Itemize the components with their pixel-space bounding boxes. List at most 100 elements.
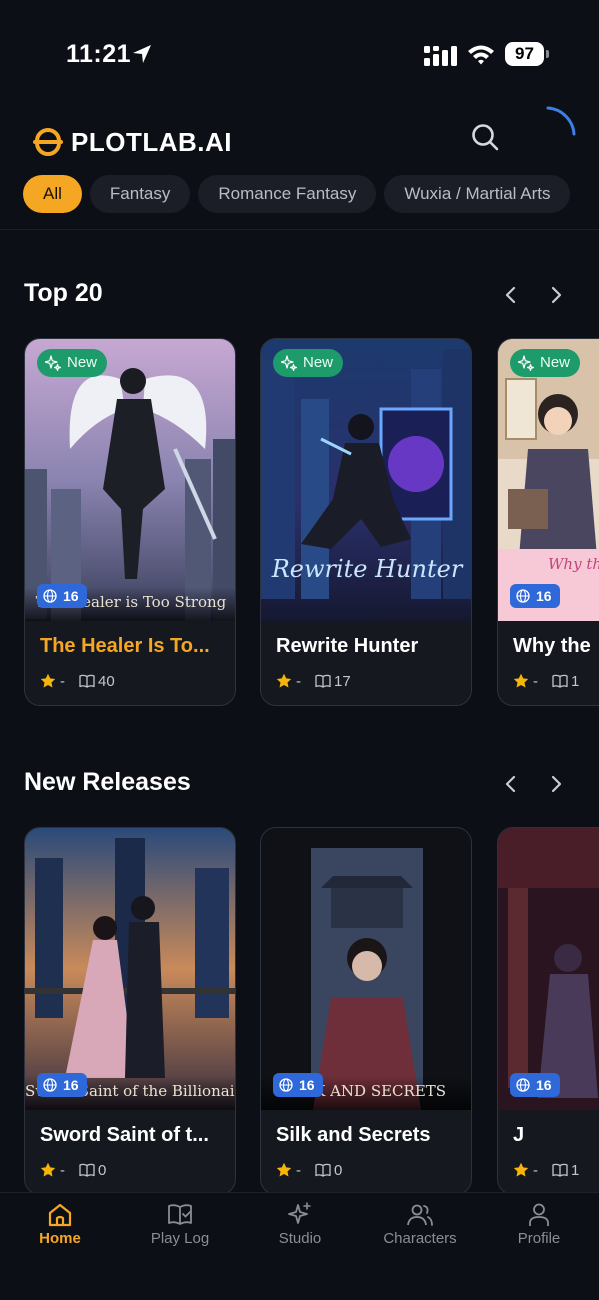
chevron-left-icon[interactable] (499, 283, 523, 307)
star-icon (40, 673, 56, 688)
story-card[interactable]: New Why the 16 Why the - 1 (497, 338, 599, 706)
card-title: J (513, 1124, 525, 1146)
user-icon (529, 1203, 549, 1226)
new-badge: New (37, 349, 108, 377)
chapter-count: 40 (98, 672, 115, 690)
card-title: Silk and Secrets (276, 1124, 431, 1146)
rating-value: - (296, 672, 301, 690)
age-badge: 16 (37, 584, 87, 608)
card-title: Why the (513, 635, 591, 657)
card-meta: - 0 (276, 1160, 342, 1180)
star-icon (40, 1162, 56, 1177)
story-card[interactable]: New Rewrite Hunter Rewrite Hunter - 17 (260, 338, 472, 706)
sparkle-icon (281, 355, 297, 371)
section-title-top20: Top 20 (24, 279, 103, 307)
bottom-nav: Home Play Log Studio Characters Profile (0, 1192, 599, 1300)
sparkle-icon (45, 355, 61, 371)
story-card[interactable]: 16 J - 1 (497, 827, 599, 1195)
tab-profile[interactable]: Profile (479, 1193, 599, 1263)
chapter-count: 0 (98, 1161, 107, 1179)
star-icon (513, 673, 529, 688)
cover-image: SILK AND SECRETS 16 (261, 828, 471, 1110)
chapter-count: 1 (571, 1161, 580, 1179)
search-icon[interactable] (468, 120, 502, 154)
globe-icon (43, 1078, 57, 1092)
plotlab-logo-icon (33, 128, 63, 156)
card-meta: - 1 (513, 671, 579, 691)
cellular-signal-icon (424, 46, 457, 66)
chip-wuxia-martial-arts[interactable]: Wuxia / Martial Arts (384, 175, 571, 213)
age-badge: 16 (510, 584, 560, 608)
status-time: 11:21 (66, 40, 132, 68)
chevron-right-icon[interactable] (544, 772, 568, 796)
book-icon (315, 1163, 331, 1177)
age-badge: 16 (273, 1073, 323, 1097)
chapter-count: 0 (334, 1161, 343, 1179)
tab-studio[interactable]: Studio (240, 1193, 360, 1263)
new-badge: New (510, 349, 581, 377)
cover-caption: Rewrite Hunter (271, 555, 463, 583)
chevron-right-icon[interactable] (544, 283, 568, 307)
star-icon (513, 1162, 529, 1177)
tab-studio-label: Studio (278, 1230, 322, 1247)
category-chips: All Fantasy Romance Fantasy Wuxia / Martial… (23, 175, 599, 213)
cover-image: New Rewrite Hunter (261, 339, 471, 621)
rating-value: - (533, 672, 538, 690)
card-title: Sword Saint of t... (40, 1124, 209, 1146)
book-check-icon (168, 1204, 192, 1225)
card-title: Rewrite Hunter (276, 635, 419, 657)
app-logo: PLOTLAB.AI (32, 126, 232, 158)
battery-indicator: 97 (505, 42, 549, 66)
tab-play-log-label: Play Log (150, 1230, 210, 1247)
users-icon (407, 1204, 433, 1226)
story-card[interactable]: New The Healer is Too Strong 16 The Heal… (24, 338, 236, 706)
story-card[interactable]: SILK AND SECRETS 16 Silk and Secrets - 0 (260, 827, 472, 1195)
story-card[interactable]: Sword Saint of the Billionaire Family 16… (24, 827, 236, 1195)
card-meta: - 0 (40, 1160, 106, 1180)
book-icon (552, 674, 568, 688)
tab-characters[interactable]: Characters (360, 1193, 480, 1263)
star-icon (276, 1162, 292, 1177)
star-icon (276, 673, 292, 688)
tab-play-log[interactable]: Play Log (120, 1193, 240, 1263)
book-icon (79, 1163, 95, 1177)
wifi-icon (468, 45, 494, 65)
chevron-left-icon[interactable] (499, 772, 523, 796)
chapter-count: 1 (571, 672, 580, 690)
chip-all[interactable]: All (23, 175, 82, 213)
card-meta: - 1 (513, 1160, 579, 1180)
cover-caption: Why the (548, 555, 599, 573)
age-badge: 16 (510, 1073, 560, 1097)
globe-icon (43, 589, 57, 603)
sparkle-icon (288, 1202, 311, 1224)
header-divider (0, 229, 599, 230)
top20-carousel[interactable]: New The Healer is Too Strong 16 The Heal… (24, 338, 599, 708)
battery-level: 97 (505, 42, 544, 66)
sparkle-icon (518, 355, 534, 371)
rating-value: - (533, 1161, 538, 1179)
chip-fantasy[interactable]: Fantasy (89, 175, 191, 213)
new-releases-carousel[interactable]: Sword Saint of the Billionaire Family 16… (24, 827, 599, 1197)
tab-home[interactable]: Home (0, 1193, 120, 1263)
app-name: PLOTLAB.AI (71, 126, 232, 157)
tab-profile-label: Profile (517, 1230, 561, 1247)
book-icon (79, 674, 95, 688)
chapter-count: 17 (334, 672, 351, 690)
book-icon (552, 1163, 568, 1177)
globe-icon (516, 1078, 530, 1092)
globe-icon (279, 1078, 293, 1092)
tab-home-label: Home (39, 1230, 81, 1247)
cover-image: Sword Saint of the Billionaire Family 16 (25, 828, 235, 1110)
tab-characters-label: Characters (383, 1230, 457, 1247)
loading-spinner-icon (546, 106, 576, 136)
location-arrow-icon (133, 45, 151, 63)
new-badge: New (273, 349, 344, 377)
cover-image: New The Healer is Too Strong 16 (25, 339, 235, 621)
section-title-new-releases: New Releases (24, 768, 191, 796)
globe-icon (516, 589, 530, 603)
rating-value: - (60, 672, 65, 690)
chip-romance-fantasy[interactable]: Romance Fantasy (198, 175, 377, 213)
card-meta: - 40 (40, 671, 115, 691)
book-icon (315, 674, 331, 688)
rating-value: - (60, 1161, 65, 1179)
